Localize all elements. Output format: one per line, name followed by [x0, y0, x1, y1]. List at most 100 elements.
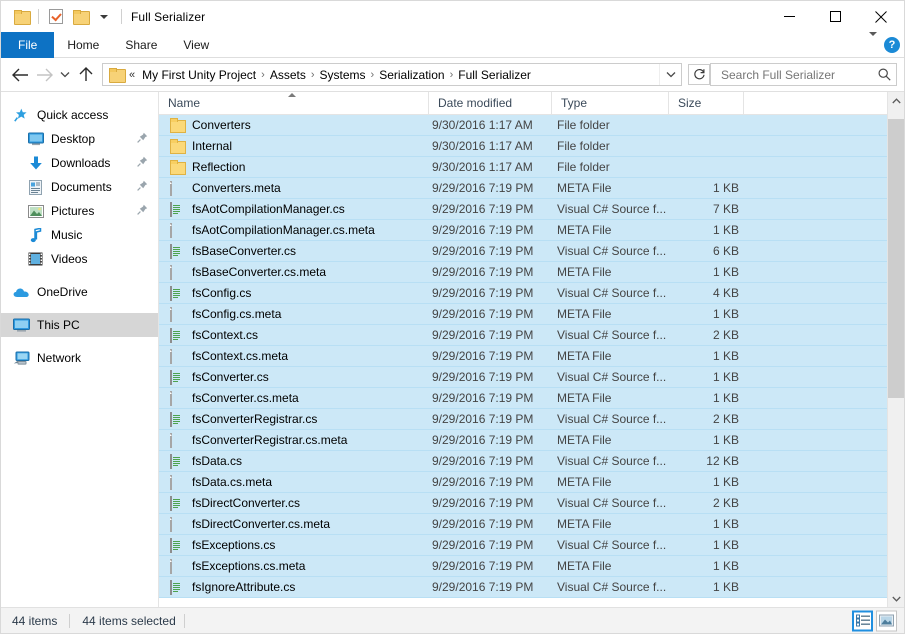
- column-header-label: Date modified: [438, 96, 513, 110]
- scrollbar-track[interactable]: [888, 109, 904, 590]
- pin-icon[interactable]: [137, 204, 148, 218]
- table-row[interactable]: fsDirectConverter.cs 9/29/2016 7:19 PM Vis…: [159, 492, 887, 514]
- expand-ribbon-chevron-down-icon[interactable]: [869, 32, 877, 54]
- column-header-type[interactable]: Type: [552, 92, 669, 114]
- breadcrumb-item-full-serializer[interactable]: Full Serializer: [454, 68, 535, 82]
- table-row[interactable]: fsAotCompilationManager.cs 9/29/2016 7:19…: [159, 198, 887, 220]
- address-bar[interactable]: « My First Unity Project › Assets › Syst…: [102, 63, 682, 86]
- breadcrumb-item-systems[interactable]: Systems: [316, 68, 370, 82]
- tab-home[interactable]: Home: [54, 32, 112, 58]
- meta-file-icon: [170, 264, 184, 280]
- file-name-label: fsConverterRegistrar.cs.meta: [192, 433, 348, 447]
- table-row[interactable]: Internal 9/30/2016 1:17 AM File folder: [159, 135, 887, 157]
- tab-file[interactable]: File: [1, 32, 55, 58]
- breadcrumb-item-project[interactable]: My First Unity Project: [138, 68, 260, 82]
- breadcrumb-overflow-icon[interactable]: «: [124, 69, 138, 81]
- file-name-label: fsExceptions.cs: [192, 538, 276, 552]
- table-row[interactable]: fsContext.cs.meta 9/29/2016 7:19 PM META F…: [159, 345, 887, 367]
- table-row[interactable]: fsContext.cs 9/29/2016 7:19 PM Visual C# S…: [159, 324, 887, 346]
- sidebar-item-downloads[interactable]: Downloads: [1, 151, 158, 175]
- table-row[interactable]: fsBaseConverter.cs 9/29/2016 7:19 PM Visua…: [159, 240, 887, 262]
- sidebar-item-onedrive[interactable]: OneDrive: [1, 280, 158, 304]
- scroll-down-arrow-icon[interactable]: [888, 590, 904, 607]
- tab-share[interactable]: Share: [112, 32, 170, 58]
- table-row[interactable]: fsConverterRegistrar.cs 9/29/2016 7:19 PM…: [159, 408, 887, 430]
- sidebar-item-network[interactable]: Network: [1, 346, 158, 370]
- table-row[interactable]: Converters.meta 9/29/2016 7:19 PM META Fil…: [159, 177, 887, 199]
- search-box[interactable]: [710, 63, 897, 86]
- address-dropdown-chevron-down-icon[interactable]: [659, 64, 681, 85]
- table-row[interactable]: fsBaseConverter.cs.meta 9/29/2016 7:19 PM…: [159, 261, 887, 283]
- tab-view[interactable]: View: [170, 32, 222, 58]
- file-type-cell: META File: [557, 391, 612, 405]
- details-view-button[interactable]: [852, 610, 873, 631]
- file-date-cell: 9/29/2016 7:19 PM: [432, 244, 534, 258]
- sidebar-item-pictures[interactable]: Pictures: [1, 199, 158, 223]
- customize-quick-access-chevron-icon[interactable]: [93, 6, 115, 28]
- up-arrow-icon[interactable]: [74, 63, 98, 87]
- table-row[interactable]: fsIgnoreAttribute.cs 9/29/2016 7:19 PM Vis…: [159, 576, 887, 598]
- close-button[interactable]: [858, 1, 904, 32]
- qat-divider: [38, 9, 39, 24]
- file-date-cell: 9/29/2016 7:19 PM: [432, 202, 534, 216]
- pin-icon[interactable]: [137, 156, 148, 170]
- table-row[interactable]: fsConverterRegistrar.cs.meta 9/29/2016 7:…: [159, 429, 887, 451]
- meta-file-icon: [170, 558, 184, 574]
- sidebar-item-this-pc[interactable]: This PC: [1, 313, 158, 337]
- breadcrumb-item-serialization[interactable]: Serialization: [375, 68, 448, 82]
- search-input[interactable]: [719, 66, 878, 83]
- file-size-cell: 1 KB: [712, 391, 739, 405]
- breadcrumb-item-assets[interactable]: Assets: [266, 68, 310, 82]
- window-title: Full Serializer: [131, 9, 206, 24]
- file-type-cell: Visual C# Source f...: [557, 286, 667, 300]
- column-header-date-modified[interactable]: Date modified: [429, 92, 552, 114]
- column-header-size[interactable]: Size: [669, 92, 744, 114]
- table-row[interactable]: Reflection 9/30/2016 1:17 AM File folder: [159, 156, 887, 178]
- sidebar-item-label: Documents: [51, 180, 112, 194]
- column-header-name[interactable]: Name: [159, 92, 429, 114]
- pin-icon[interactable]: [137, 132, 148, 146]
- file-name-cell: fsContext.cs.meta: [170, 348, 432, 364]
- sidebar-item-quick-access[interactable]: Quick access: [1, 103, 158, 127]
- table-row[interactable]: fsExceptions.cs.meta 9/29/2016 7:19 PM MET…: [159, 555, 887, 577]
- table-row[interactable]: fsData.cs 9/29/2016 7:19 PM Visual C# Sour…: [159, 450, 887, 472]
- refresh-icon[interactable]: [688, 64, 710, 85]
- recent-locations-chevron-down-icon[interactable]: [56, 63, 74, 87]
- file-rows: Converters 9/30/2016 1:17 AM File folder In…: [159, 115, 887, 607]
- table-row[interactable]: fsConverter.cs 9/29/2016 7:19 PM Visual C#…: [159, 366, 887, 388]
- file-type-cell: META File: [557, 433, 612, 447]
- file-type-cell: META File: [557, 181, 612, 195]
- sidebar-item-videos[interactable]: Videos: [1, 247, 158, 271]
- sidebar-item-music[interactable]: Music: [1, 223, 158, 247]
- file-date-cell: 9/30/2016 1:17 AM: [432, 118, 533, 132]
- table-row[interactable]: Converters 9/30/2016 1:17 AM File folder: [159, 115, 887, 136]
- properties-icon[interactable]: [45, 6, 67, 28]
- file-size-cell: 1 KB: [712, 181, 739, 195]
- sidebar-item-desktop[interactable]: Desktop: [1, 127, 158, 151]
- file-type-cell: META File: [557, 265, 612, 279]
- pin-icon[interactable]: [137, 180, 148, 194]
- sidebar-item-label: Music: [51, 228, 83, 242]
- sidebar-item-documents[interactable]: Documents: [1, 175, 158, 199]
- vertical-scrollbar[interactable]: [887, 92, 904, 607]
- table-row[interactable]: fsConfig.cs.meta 9/29/2016 7:19 PM META Fi…: [159, 303, 887, 325]
- new-folder-icon[interactable]: [69, 6, 91, 28]
- scrollbar-thumb[interactable]: [888, 118, 904, 398]
- help-icon[interactable]: ?: [884, 37, 900, 53]
- table-row[interactable]: fsConfig.cs 9/29/2016 7:19 PM Visual C# So…: [159, 282, 887, 304]
- table-row[interactable]: fsExceptions.cs 9/29/2016 7:19 PM Visual C…: [159, 534, 887, 556]
- folder-icon[interactable]: [10, 6, 32, 28]
- minimize-button[interactable]: [766, 1, 812, 32]
- maximize-button[interactable]: [812, 1, 858, 32]
- file-name-label: fsConverter.cs: [192, 370, 269, 384]
- table-row[interactable]: fsData.cs.meta 9/29/2016 7:19 PM META File…: [159, 471, 887, 493]
- table-row[interactable]: fsConverter.cs.meta 9/29/2016 7:19 PM META…: [159, 387, 887, 409]
- table-row[interactable]: fsAotCompilationManager.cs.meta 9/29/2016…: [159, 219, 887, 241]
- csharp-file-icon: [170, 411, 184, 427]
- scroll-up-arrow-icon[interactable]: [888, 92, 904, 109]
- file-explorer-window: Full Serializer File Home Share View ? «…: [0, 0, 905, 634]
- table-row[interactable]: fsDirectConverter.cs.meta 9/29/2016 7:19 …: [159, 513, 887, 535]
- back-arrow-icon[interactable]: [8, 63, 32, 87]
- search-icon[interactable]: [878, 68, 891, 81]
- large-icons-view-button[interactable]: [876, 610, 897, 631]
